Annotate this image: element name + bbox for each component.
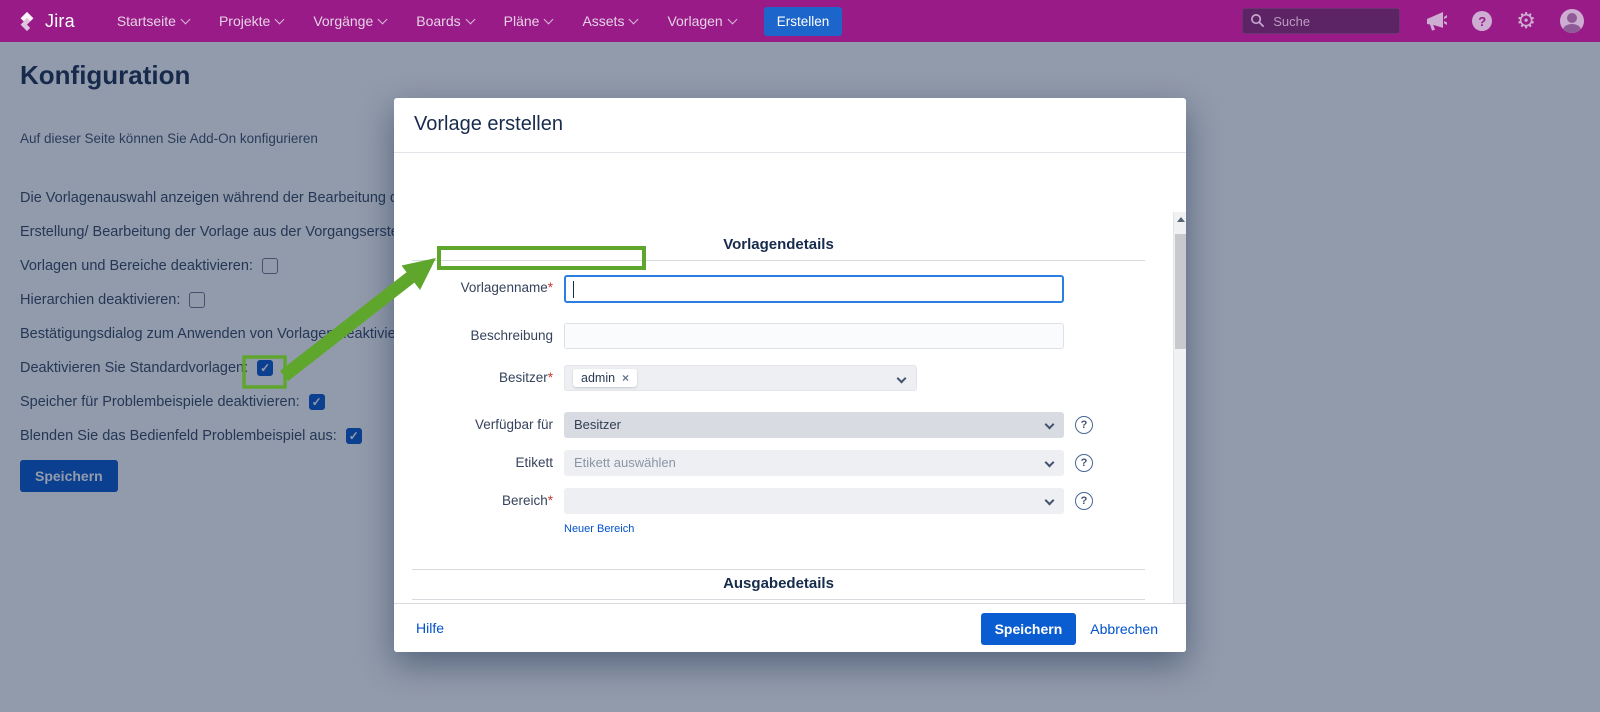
template-name-input[interactable] [564, 275, 1064, 303]
nav-item-assets[interactable]: Assets [582, 13, 637, 29]
new-scope-link[interactable]: Neuer Bereich [564, 523, 634, 535]
description-input[interactable] [564, 323, 1064, 349]
dialog-header: Vorlage erstellen [394, 98, 1186, 153]
avatar-head [1567, 13, 1577, 23]
nav-item-projekte[interactable]: Projekte [219, 13, 283, 29]
required-asterisk: * [548, 370, 553, 385]
section-title-output: Ausgabedetails [412, 575, 1145, 592]
help-icon[interactable]: ? [1075, 454, 1093, 472]
chevron-down-icon [544, 15, 554, 25]
nav-menu: Startseite Projekte Vorgänge Boards Plän… [117, 13, 736, 29]
chevron-down-icon [897, 374, 907, 384]
dialog-body: Vorlagendetails Vorlagenname* Beschreibu… [394, 154, 1186, 603]
scroll-up-icon[interactable] [1177, 217, 1185, 222]
chevron-down-icon [1045, 458, 1055, 468]
nav-item-vorgaenge[interactable]: Vorgänge [313, 13, 386, 29]
search-box [1242, 8, 1400, 34]
nav-item-boards[interactable]: Boards [416, 13, 473, 29]
help-icon[interactable]: ? [1472, 11, 1492, 31]
owner-multiselect[interactable]: admin × [564, 365, 917, 391]
available-for-select[interactable]: Besitzer [564, 412, 1064, 438]
chevron-down-icon [378, 15, 388, 25]
label-select[interactable]: Etikett auswählen [564, 450, 1064, 476]
chevron-down-icon [1045, 420, 1055, 430]
top-navbar: Jira Startseite Projekte Vorgänge Boards… [0, 0, 1600, 42]
scrollbar-thumb[interactable] [1175, 234, 1186, 349]
jira-logo[interactable]: Jira [16, 10, 75, 32]
gear-icon[interactable]: ⚙ [1516, 10, 1536, 32]
nav-item-plaene[interactable]: Pläne [504, 13, 553, 29]
help-icon[interactable]: ? [1075, 492, 1093, 510]
section-title-details: Vorlagendetails [412, 236, 1145, 253]
required-asterisk: * [548, 280, 553, 295]
search-icon [1250, 13, 1265, 28]
create-template-dialog: Vorlage erstellen Vorlagendetails Vorlag… [394, 98, 1186, 652]
text-cursor [573, 281, 574, 298]
chevron-down-icon [1045, 496, 1055, 506]
field-row-available-for: Verfügbar für Besitzer ? [394, 412, 1154, 438]
dialog-cancel-link[interactable]: Abbrechen [1090, 621, 1158, 637]
section-divider [412, 599, 1145, 600]
chevron-down-icon [465, 15, 475, 25]
megaphone-icon[interactable] [1424, 10, 1448, 32]
chevron-down-icon [629, 15, 639, 25]
field-row-description: Beschreibung [394, 323, 1154, 349]
chevron-down-icon [727, 15, 737, 25]
chevron-down-icon [275, 15, 285, 25]
nav-item-startseite[interactable]: Startseite [117, 13, 189, 29]
section-divider [412, 569, 1145, 570]
help-icon[interactable]: ? [1075, 416, 1093, 434]
field-row-label: Etikett Etikett auswählen ? [394, 450, 1154, 476]
help-link[interactable]: Hilfe [416, 620, 444, 636]
avatar-body [1563, 24, 1581, 33]
section-divider [412, 260, 1145, 261]
owner-tag: admin × [573, 369, 637, 387]
dialog-title: Vorlage erstellen [414, 113, 563, 136]
search-input[interactable] [1242, 8, 1400, 34]
chevron-down-icon [181, 15, 191, 25]
dialog-scrollbar[interactable] [1173, 212, 1186, 603]
user-avatar[interactable] [1560, 9, 1584, 33]
dialog-save-button[interactable]: Speichern [981, 613, 1077, 645]
scope-select[interactable] [564, 488, 1064, 514]
nav-item-vorlagen[interactable]: Vorlagen [667, 13, 735, 29]
field-row-owner: Besitzer* admin × [394, 365, 1154, 391]
field-row-name: Vorlagenname* [394, 275, 1154, 301]
create-button[interactable]: Erstellen [764, 7, 843, 36]
required-asterisk: * [548, 493, 553, 508]
jira-logo-icon [16, 10, 38, 32]
field-row-scope: Bereich* ? [394, 488, 1154, 514]
logo-text: Jira [45, 11, 75, 32]
dialog-footer: Hilfe Speichern Abbrechen [394, 603, 1186, 652]
remove-tag-icon[interactable]: × [622, 372, 629, 384]
